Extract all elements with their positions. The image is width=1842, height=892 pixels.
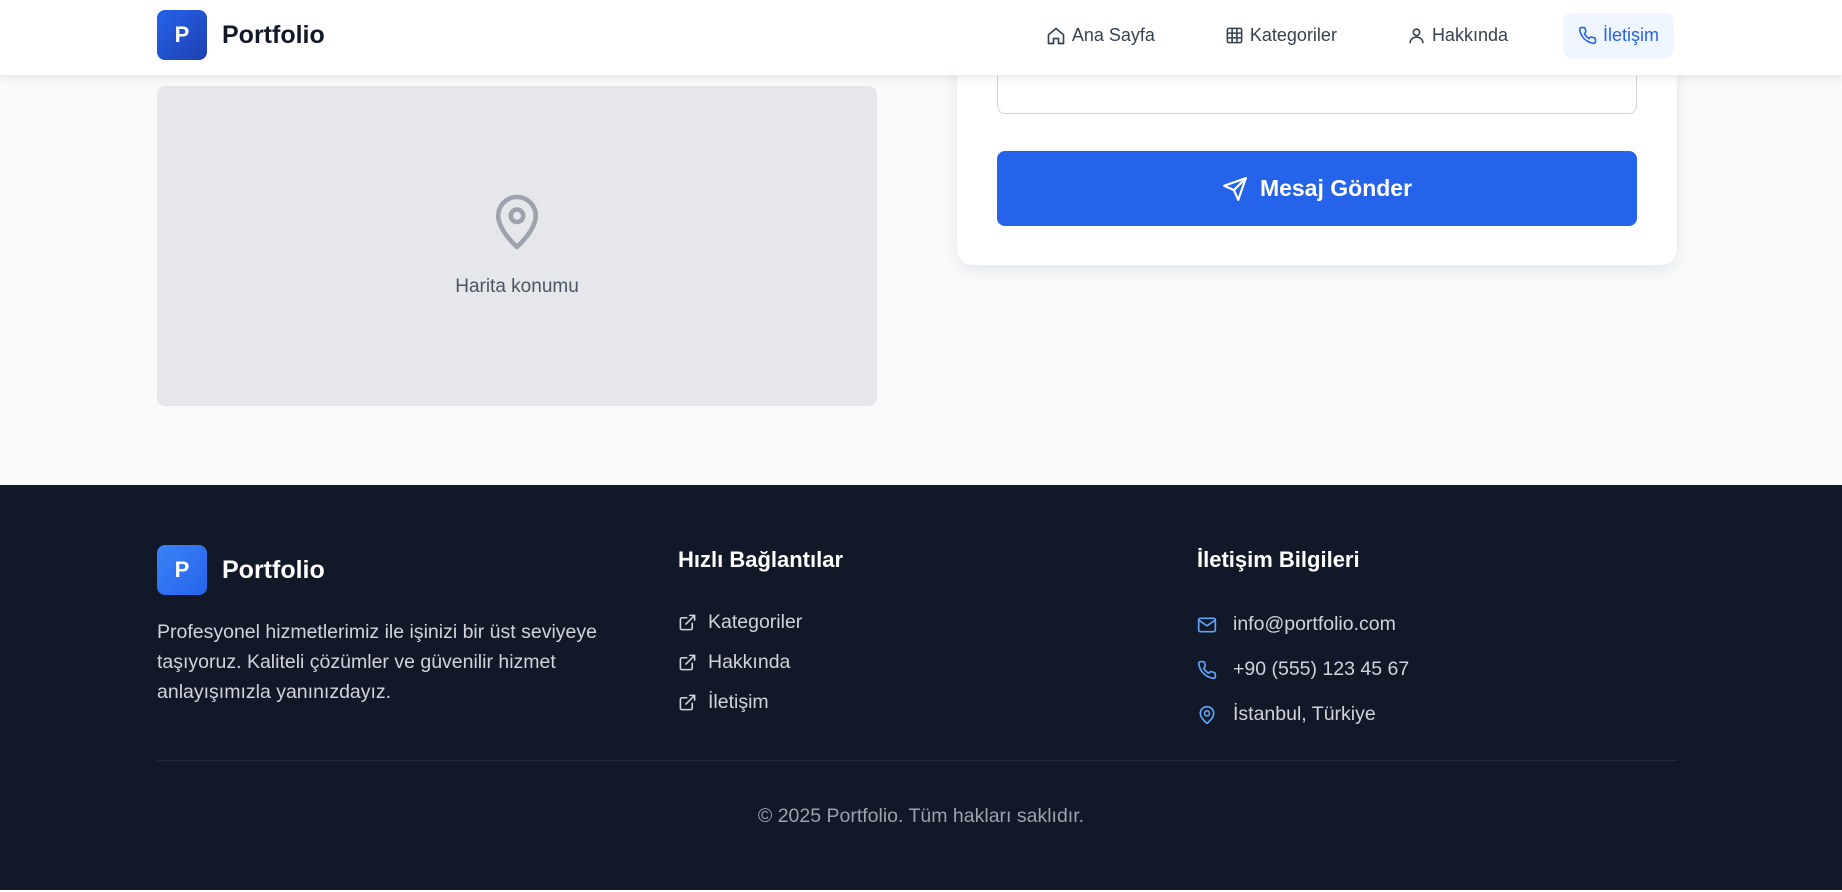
external-link-icon — [679, 614, 696, 630]
footer-link-categories[interactable]: Kategoriler — [678, 602, 802, 642]
footer-divider — [157, 760, 1677, 761]
map-placeholder: Harita konumu — [157, 86, 877, 406]
external-link-icon — [679, 654, 696, 670]
contact-form-card: Mesaj Gönder — [957, 55, 1677, 265]
quick-links-list: Kategoriler Hakkında İletişim — [678, 602, 802, 722]
map-label: Harita konumu — [455, 276, 579, 297]
nav-label-home: Ana Sayfa — [1071, 25, 1155, 45]
footer-link-label: İletişim — [708, 690, 769, 713]
home-icon — [1047, 27, 1065, 44]
phone-icon — [1578, 26, 1597, 45]
footer-link-about[interactable]: Hakkında — [678, 642, 802, 682]
contact-info-list: info@portfolio.com +90 (555) 123 45 67 İ… — [1197, 602, 1409, 737]
footer-link-label: Kategoriler — [708, 610, 803, 633]
footer-link-label: Hakkında — [708, 650, 791, 673]
nav-item-about[interactable]: Hakkında — [1392, 13, 1523, 58]
nav-label-categories: Kategoriler — [1249, 25, 1337, 45]
footer-brand-name: Portfolio — [222, 555, 325, 584]
send-button-label: Mesaj Gönder — [1259, 175, 1413, 201]
contact-address: İstanbul, Türkiye — [1197, 692, 1409, 737]
contact-section: Harita konumu Mesaj Gönder — [0, 55, 1842, 485]
footer-brand: P Portfolio — [157, 545, 325, 595]
footer-logo-badge: P — [157, 545, 207, 595]
contact-phone[interactable]: +90 (555) 123 45 67 — [1197, 647, 1409, 692]
send-icon — [1223, 176, 1247, 201]
external-link-icon — [679, 694, 696, 710]
phone-icon — [1197, 660, 1217, 679]
nav-label-about: Hakkında — [1431, 25, 1508, 45]
user-icon — [1409, 28, 1424, 44]
map-pin-icon — [495, 194, 539, 250]
nav-item-home[interactable]: Ana Sayfa — [1031, 13, 1170, 58]
site-footer: P Portfolio Profesyonel hizmetlerimiz il… — [0, 485, 1842, 892]
contact-phone-text: +90 (555) 123 45 67 — [1233, 658, 1410, 680]
logo-badge: P — [157, 10, 207, 60]
footer-description: Profesyonel hizmetlerimiz ile işinizi bi… — [157, 621, 597, 703]
brand-name: Portfolio — [222, 20, 325, 49]
footer-link-contact[interactable]: İletişim — [678, 682, 802, 722]
contact-email-text: info@portfolio.com — [1233, 613, 1396, 635]
grid-icon — [1226, 27, 1243, 44]
nav-item-contact[interactable]: İletişim — [1562, 13, 1674, 58]
message-textarea[interactable] — [997, 75, 1637, 114]
contact-email[interactable]: info@portfolio.com — [1197, 602, 1409, 647]
nav-item-categories[interactable]: Kategoriler — [1210, 13, 1352, 58]
main-nav: Ana Sayfa Kategoriler Hakkında İletişim — [991, 13, 1674, 58]
mail-icon — [1197, 617, 1217, 632]
copyright-text: © 2025 Portfolio. Tüm hakları saklıdır. — [757, 805, 1085, 827]
contact-info-title: İletişim Bilgileri — [1197, 547, 1360, 572]
contact-address-text: İstanbul, Türkiye — [1233, 703, 1376, 725]
map-pin-icon — [1199, 705, 1215, 724]
site-header: P Portfolio Ana Sayfa Kategoriler Hakkın… — [0, 0, 1842, 75]
brand-link[interactable]: P Portfolio — [157, 10, 325, 60]
quick-links-title: Hızlı Bağlantılar — [678, 547, 844, 572]
send-message-button[interactable]: Mesaj Gönder — [997, 151, 1637, 226]
nav-label-contact: İletişim — [1602, 25, 1659, 45]
